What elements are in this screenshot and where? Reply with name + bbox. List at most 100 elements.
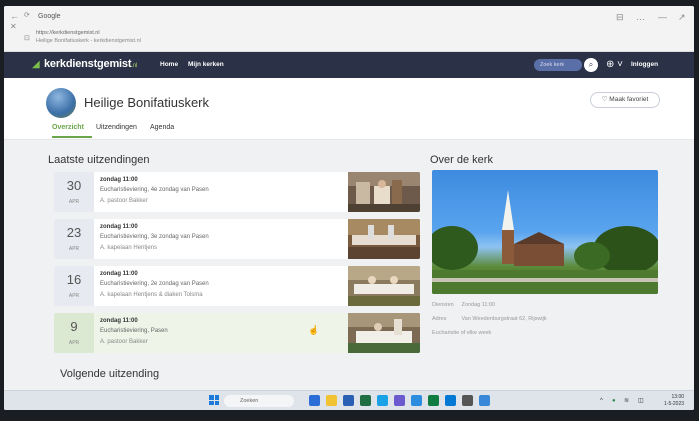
tab-agenda[interactable]: Agenda <box>150 124 174 131</box>
photos-icon[interactable] <box>479 395 490 406</box>
expand-icon[interactable]: ↗ <box>678 10 686 24</box>
app-icon[interactable] <box>428 395 439 406</box>
broadcast-time: zondag 11:00 <box>100 224 138 230</box>
screen: ← ✕ ⟳ Google ⊟ … — ↗ ⊡ https://kerkdiens… <box>4 6 694 410</box>
url-text: https://kerkdienstgemist.nl <box>36 30 100 36</box>
info-services-label: Diensten <box>432 302 454 308</box>
broadcast-card[interactable]: 30 APR zondag 11:00 Eucharistieviering, … <box>54 172 420 212</box>
login-button[interactable]: Inloggen <box>631 61 658 68</box>
church-photo <box>432 170 658 294</box>
broadcast-time: zondag 11:00 <box>100 318 138 324</box>
lock-icon: ⊡ <box>24 35 30 42</box>
date-day: 16 <box>66 272 82 287</box>
main-content: Laatste uitzendingen Over de kerk 30 APR… <box>4 140 694 410</box>
logo-suffix: .nl <box>131 63 138 69</box>
tray-status-icon[interactable]: ● <box>612 396 616 406</box>
task-view-icon[interactable] <box>309 395 320 406</box>
broadcast-title[interactable]: Eucharistieviering, Pasen <box>100 328 168 334</box>
info-address-value: Van Weedenburgstraat 62, Rijswijk <box>461 316 547 322</box>
date-month: APR <box>68 293 80 299</box>
church-avatar <box>46 88 76 118</box>
broadcast-preacher: A. pastoor Bakker <box>100 198 148 204</box>
next-broadcast-heading: Volgende uitzending <box>60 368 160 380</box>
logo-icon: ◢ <box>32 59 40 70</box>
wifi-icon[interactable]: ≋ <box>624 396 629 406</box>
heart-icon: ♡ <box>601 96 608 103</box>
address-bar[interactable]: ⊡ https://kerkdienstgemist.nl Heilige Bo… <box>16 30 576 48</box>
broadcast-time: zondag 11:00 <box>100 177 138 183</box>
nav-my-churches[interactable]: Mijn kerken <box>188 61 224 68</box>
taskbar-search[interactable]: Zoeken <box>224 395 294 407</box>
outlook-icon[interactable] <box>411 395 422 406</box>
broadcast-preacher: A. kapelaan Hentjens & diaken Tolsma <box>100 292 203 298</box>
info-extra: Eucharistie of elke week <box>432 330 492 336</box>
church-name: Heilige Bonifatiuskerk <box>84 95 210 110</box>
browser-chrome: ← ✕ ⟳ Google ⊟ … — ↗ ⊡ https://kerkdiens… <box>4 6 694 52</box>
date-month: APR <box>68 199 80 205</box>
volume-icon[interactable]: ◫ <box>638 396 644 406</box>
broadcast-title[interactable]: Eucharistieviering, 4e zondag van Pasen <box>100 187 209 193</box>
date-month: APR <box>68 246 80 252</box>
logo-text: kerkdienstgemist <box>44 58 132 70</box>
language-globe-icon[interactable]: ⊕ ˅ <box>606 58 623 72</box>
church-illustration <box>432 190 658 294</box>
broadcast-title[interactable]: Eucharistieviering, 3e zondag van Pasen <box>100 234 209 240</box>
date-box: 23 APR <box>54 219 94 259</box>
info-address-label: Adres <box>432 316 447 322</box>
broadcast-time: zondag 11:00 <box>100 271 138 277</box>
teams-icon[interactable] <box>394 395 405 406</box>
clock-time: 13:00 <box>671 394 685 400</box>
broadcast-thumbnail[interactable] <box>348 266 420 306</box>
about-church-heading: Over de kerk <box>430 154 493 166</box>
broadcast-thumbnail[interactable] <box>348 313 420 353</box>
date-box: 9 APR <box>54 313 94 353</box>
store-icon[interactable] <box>445 395 456 406</box>
clock-date: 1-5-2023 <box>664 401 685 407</box>
info-services: Diensten Zondag 11:00 <box>432 302 495 308</box>
broadcast-thumbnail[interactable] <box>348 219 420 259</box>
broadcast-card[interactable]: 23 APR zondag 11:00 Eucharistieviering, … <box>54 219 420 259</box>
edge-icon[interactable] <box>377 395 388 406</box>
search-input[interactable]: Zoek kerk <box>534 59 582 71</box>
settings-icon[interactable] <box>462 395 473 406</box>
tray-chevron-icon[interactable]: ^ <box>600 396 603 406</box>
favorite-button[interactable]: ♡ Maak favoriet <box>590 92 660 108</box>
refresh-icon[interactable]: ⟳ <box>24 9 30 23</box>
church-header: Heilige Bonifatiuskerk ♡ Maak favoriet O… <box>4 78 694 140</box>
info-services-value: Zondag 11:00 <box>461 302 496 308</box>
page-title-text: Heilige Bonifatiuskerk - kerkdienstgemis… <box>36 38 141 44</box>
tab-broadcasts[interactable]: Uitzendingen <box>96 124 137 131</box>
info-address: Adres Van Weedenburgstraat 62, Rijswijk <box>432 316 547 322</box>
date-day: 30 <box>66 178 82 193</box>
date-box: 16 APR <box>54 266 94 306</box>
broadcast-card[interactable]: 16 APR zondag 11:00 Eucharistieviering, … <box>54 266 420 306</box>
latest-broadcasts-heading: Laatste uitzendingen <box>48 154 150 166</box>
site-logo[interactable]: kerkdienstgemist.nl <box>44 58 137 70</box>
search-button[interactable]: ⌕ <box>584 58 598 72</box>
excel-icon[interactable] <box>360 395 371 406</box>
broadcast-card[interactable]: 9 APR zondag 11:00 Eucharistieviering, P… <box>54 313 420 353</box>
broadcast-title[interactable]: Eucharistieviering, 2e zondag van Pasen <box>100 281 209 287</box>
search-icon: ⌕ <box>588 60 594 69</box>
file-explorer-icon[interactable] <box>326 395 337 406</box>
tab-overview[interactable]: Overzicht <box>52 124 84 131</box>
date-day: 9 <box>70 319 78 334</box>
broadcast-preacher: A. pastoor Bakker <box>100 339 148 345</box>
hand-cursor-icon: ☝ <box>308 325 320 335</box>
window-more-icon[interactable]: … <box>636 10 645 24</box>
active-tab-indicator <box>52 136 92 138</box>
date-box: 30 APR <box>54 172 94 212</box>
broadcast-thumbnail[interactable] <box>348 172 420 212</box>
start-button[interactable] <box>209 395 219 405</box>
taskbar-clock[interactable]: 13:00 1-5-2023 <box>664 394 684 408</box>
site-navbar: ◢ kerkdienstgemist.nl Home Mijn kerken Z… <box>4 52 694 78</box>
nav-home[interactable]: Home <box>160 61 178 68</box>
taskbar: ⌕ Zoeken ^ ● ≋ ◫ 13:00 1-5-2023 <box>4 390 694 410</box>
broadcast-preacher: A. kapelaan Hentjens <box>100 245 158 251</box>
date-day: 23 <box>66 225 82 240</box>
minimize-icon[interactable]: — <box>658 10 667 24</box>
word-icon[interactable] <box>343 395 354 406</box>
browser-tab[interactable]: Google <box>38 9 188 25</box>
tab-row: ← ✕ ⟳ Google ⊟ … — ↗ <box>4 6 694 31</box>
window-tabs-icon[interactable]: ⊟ <box>616 10 624 24</box>
